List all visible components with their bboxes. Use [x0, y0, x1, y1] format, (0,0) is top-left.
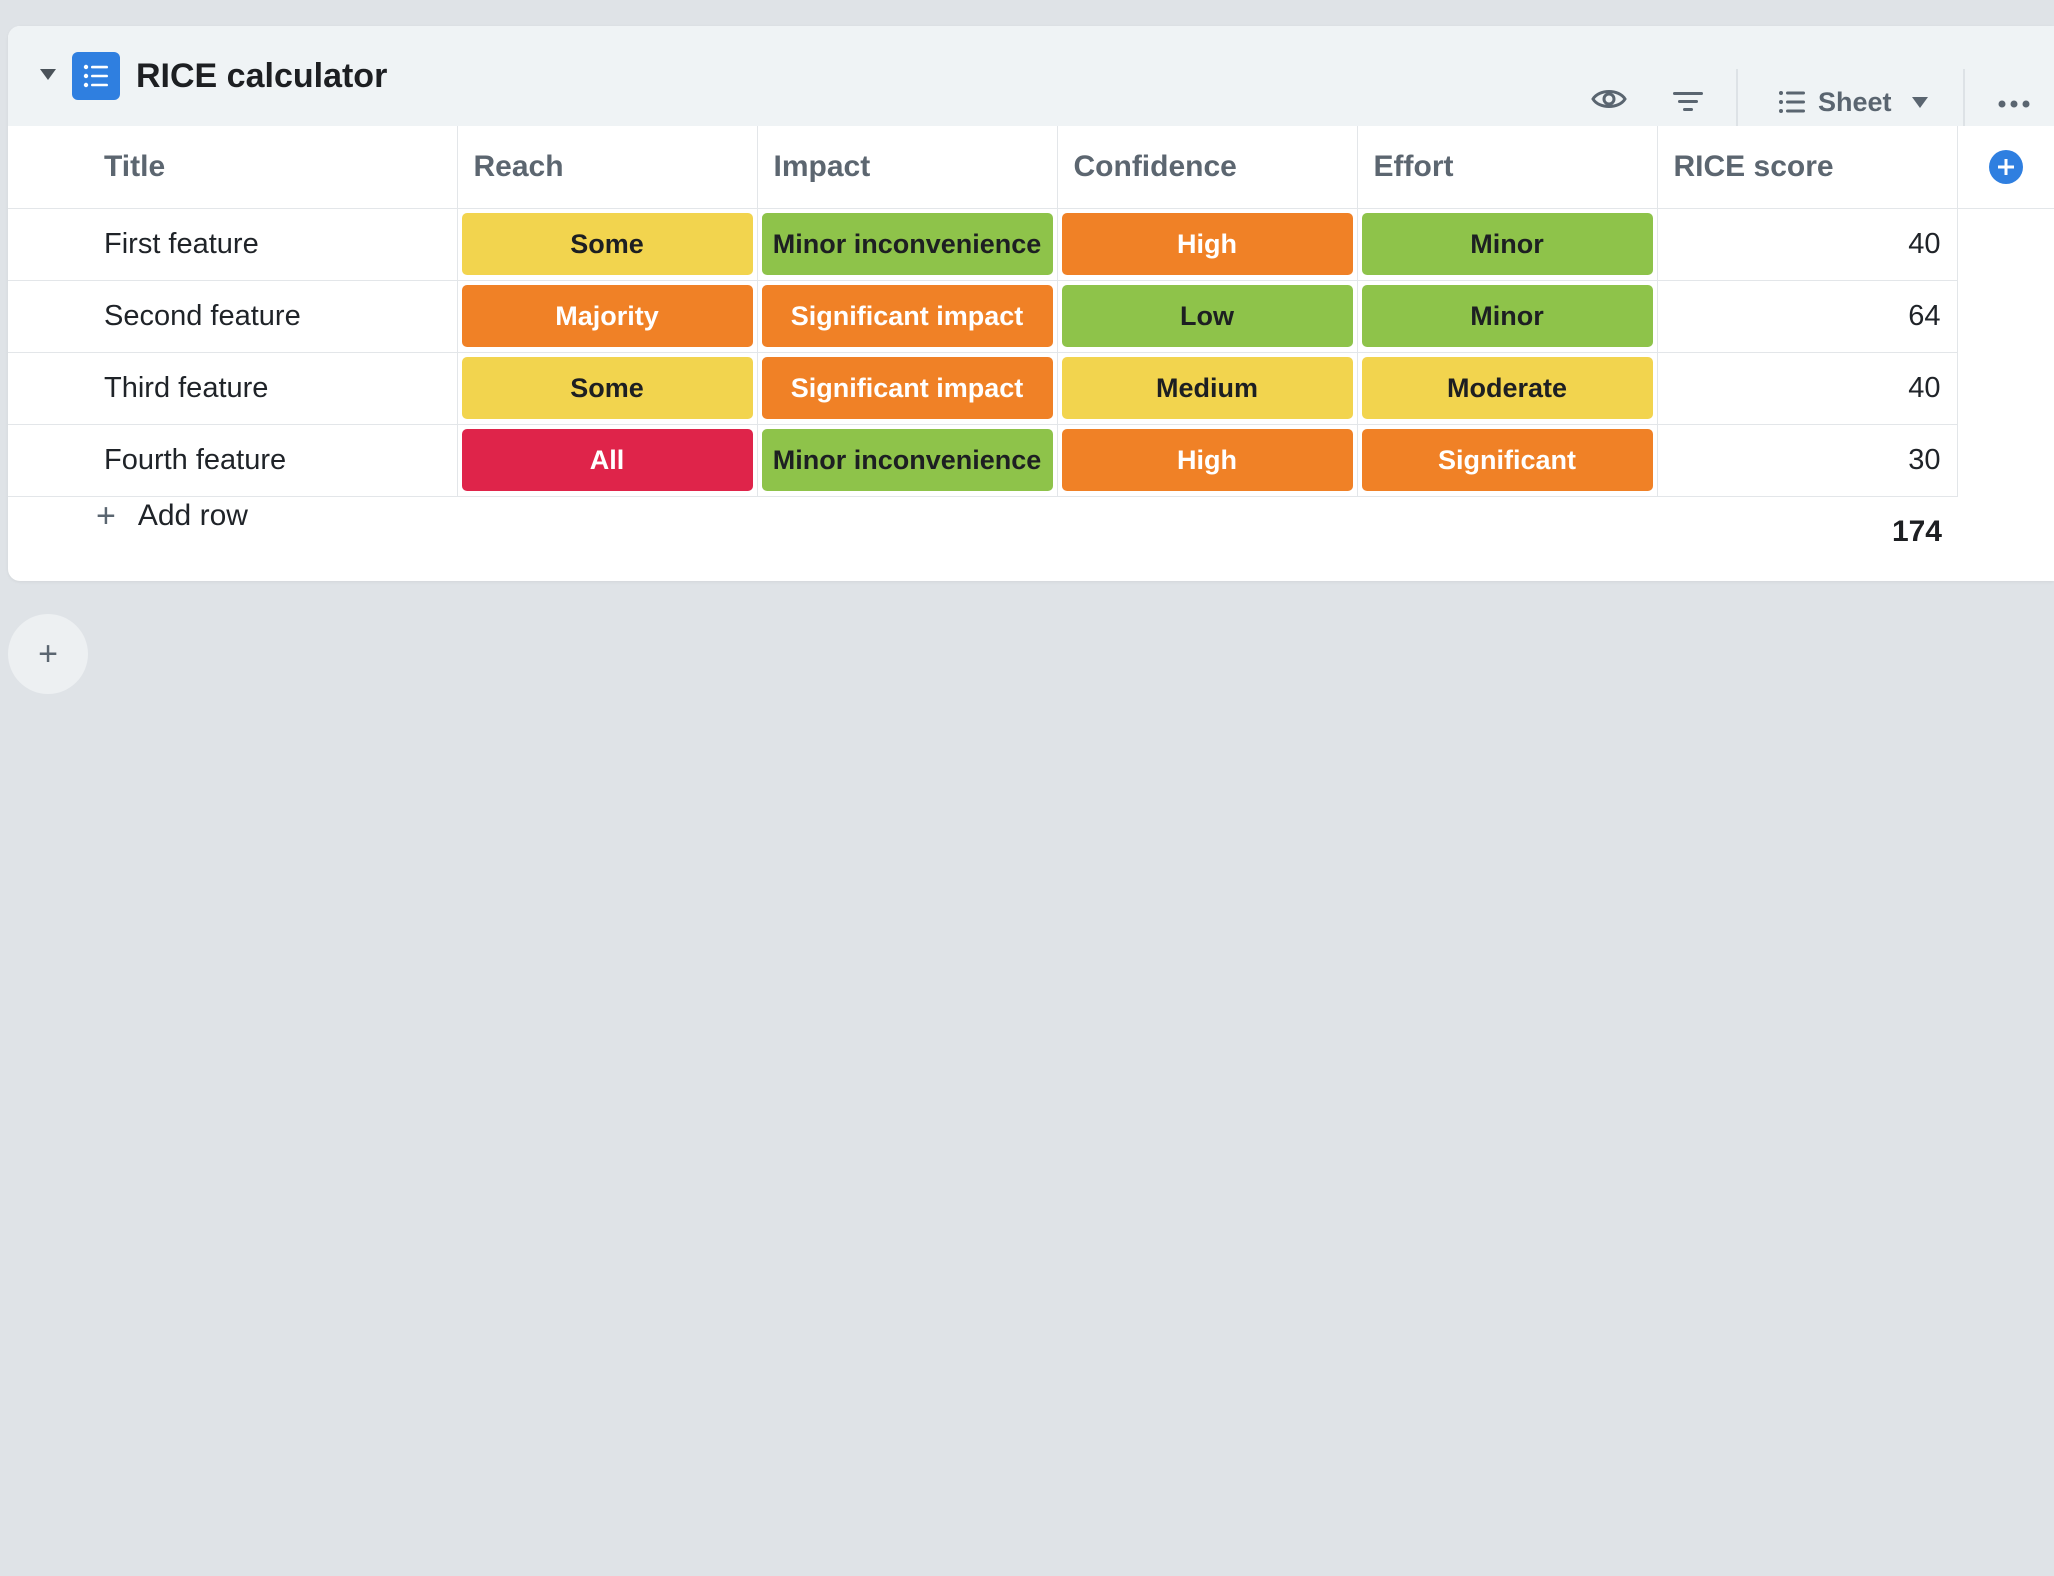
table-row[interactable]: Third feature Some Significant impact Mediu… — [8, 351, 2054, 425]
cell-impact[interactable]: Minor inconvenience — [756, 423, 1058, 497]
confidence-option-pill[interactable]: Low — [1061, 285, 1353, 347]
cell-effort[interactable]: Significant — [1356, 423, 1658, 497]
collapse-caret-icon[interactable] — [40, 69, 56, 80]
cell-impact[interactable]: Minor inconvenience — [756, 207, 1058, 281]
column-header-rice-score[interactable]: RICE score — [1656, 126, 1958, 209]
cell-reach[interactable]: All — [456, 423, 758, 497]
cell-impact[interactable]: Significant impact — [756, 279, 1058, 353]
impact-option-pill[interactable]: Minor inconvenience — [761, 213, 1053, 275]
reach-option-pill[interactable]: Some — [461, 357, 753, 419]
data-table: Title Reach Impact Confidence Effort RIC… — [8, 126, 2054, 497]
cell-reach[interactable]: Some — [456, 351, 758, 425]
confidence-option-pill[interactable]: High — [1061, 213, 1353, 275]
cell-title[interactable]: Fourth feature — [8, 423, 458, 497]
layout-switcher-button[interactable]: Sheet — [1778, 82, 1928, 122]
cell-title[interactable]: Second feature — [8, 279, 458, 353]
view-header: RICE calculator Sheet — [8, 26, 2054, 135]
cell-impact[interactable]: Significant impact — [756, 351, 1058, 425]
add-row-button[interactable]: + Add row — [96, 496, 248, 536]
table-row[interactable]: Second feature Majority Significant impact… — [8, 279, 2054, 353]
cell-effort[interactable]: Minor — [1356, 207, 1658, 281]
confidence-option-pill[interactable]: High — [1061, 429, 1353, 491]
reach-option-pill[interactable]: Majority — [461, 285, 753, 347]
cell-effort[interactable]: Minor — [1356, 279, 1658, 353]
add-view-button[interactable]: + — [8, 614, 88, 694]
add-column-cell — [1956, 126, 2054, 209]
cell-reach[interactable]: Majority — [456, 279, 758, 353]
impact-option-pill[interactable]: Minor inconvenience — [761, 429, 1053, 491]
confidence-option-pill[interactable]: Medium — [1061, 357, 1353, 419]
cell-confidence[interactable]: Medium — [1056, 351, 1358, 425]
rice-score-total: 174 — [1891, 515, 1942, 548]
list-icon — [72, 52, 120, 100]
effort-option-pill[interactable]: Significant — [1361, 429, 1653, 491]
plus-icon: + — [96, 497, 116, 535]
cell-confidence[interactable]: Low — [1056, 279, 1358, 353]
column-header-effort[interactable]: Effort — [1356, 126, 1658, 209]
reach-option-pill[interactable]: All — [461, 429, 753, 491]
impact-option-pill[interactable]: Significant impact — [761, 285, 1053, 347]
column-header-reach[interactable]: Reach — [456, 126, 758, 209]
add-column-plus-icon[interactable] — [1988, 150, 2023, 185]
row-spacer — [1957, 424, 2054, 496]
table-row[interactable]: First feature Some Minor inconvenience High… — [8, 207, 2054, 281]
add-row-label: Add row — [137, 499, 248, 532]
cell-rice-score[interactable]: 30 — [1656, 423, 1958, 497]
sheet-list-icon — [1779, 91, 1805, 113]
cell-rice-score[interactable]: 40 — [1656, 351, 1958, 425]
column-header-title[interactable]: Title — [8, 126, 458, 209]
chevron-down-icon — [1911, 96, 1928, 108]
cell-effort[interactable]: Moderate — [1356, 351, 1658, 425]
view-title[interactable]: RICE calculator — [136, 53, 387, 99]
cell-reach[interactable]: Some — [456, 207, 758, 281]
visibility-eye-icon[interactable] — [1591, 86, 1627, 112]
cell-confidence[interactable]: High — [1056, 207, 1358, 281]
plus-icon: + — [38, 635, 58, 673]
layout-label: Sheet — [1818, 86, 1892, 117]
more-options-icon[interactable] — [1998, 96, 2030, 108]
reach-option-pill[interactable]: Some — [461, 213, 753, 275]
cell-rice-score[interactable]: 40 — [1656, 207, 1958, 281]
filter-icon[interactable] — [1672, 89, 1704, 115]
cell-title[interactable]: First feature — [8, 207, 458, 281]
cell-rice-score[interactable]: 64 — [1656, 279, 1958, 353]
column-header-confidence[interactable]: Confidence — [1056, 126, 1358, 209]
row-spacer — [1957, 352, 2054, 424]
row-spacer — [1957, 280, 2054, 352]
cell-title[interactable]: Third feature — [8, 351, 458, 425]
effort-option-pill[interactable]: Moderate — [1361, 357, 1653, 419]
effort-option-pill[interactable]: Minor — [1361, 213, 1653, 275]
table-row[interactable]: Fourth feature All Minor inconvenience High… — [8, 423, 2054, 497]
header-row: Title Reach Impact Confidence Effort RIC… — [8, 126, 2054, 209]
cell-confidence[interactable]: High — [1056, 423, 1358, 497]
row-spacer — [1957, 208, 2054, 280]
column-header-impact[interactable]: Impact — [756, 126, 1058, 209]
effort-option-pill[interactable]: Minor — [1361, 285, 1653, 347]
impact-option-pill[interactable]: Significant impact — [761, 357, 1053, 419]
